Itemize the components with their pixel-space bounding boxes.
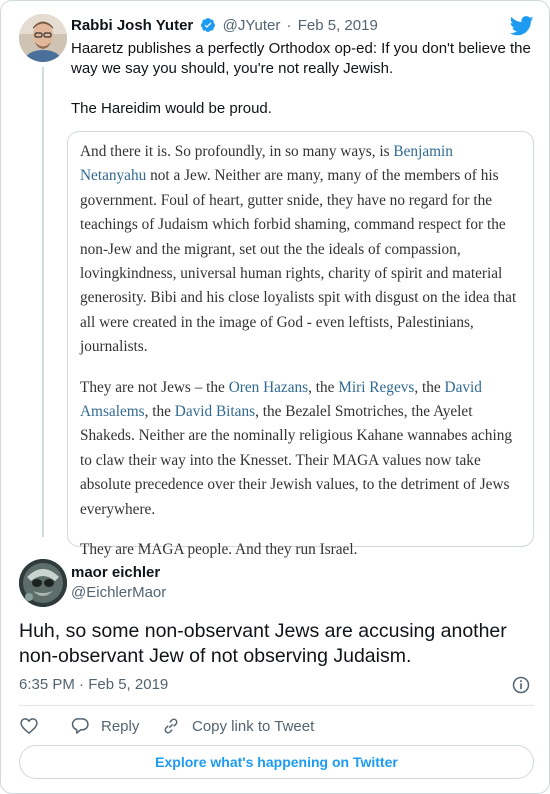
quoted-author-line[interactable]: Rabbi Josh Yuter @JYuter · Feb 5, 2019 bbox=[71, 17, 378, 34]
author-name[interactable]: maor eichler bbox=[71, 564, 160, 581]
info-icon[interactable] bbox=[511, 675, 531, 695]
excerpt-text: They are not Jews – the bbox=[80, 378, 229, 396]
excerpt-text: , the bbox=[308, 378, 339, 396]
excerpt-link-hazan: Oren Hazans bbox=[228, 378, 309, 396]
avatar-image bbox=[19, 559, 67, 607]
reply-icon bbox=[71, 718, 89, 734]
excerpt-link-regev: Miri Regevs bbox=[338, 378, 415, 396]
quoted-author-avatar[interactable] bbox=[19, 14, 67, 62]
author-handle[interactable]: @EichlerMaor bbox=[71, 584, 166, 601]
meta-separator: · bbox=[286, 17, 292, 34]
excerpt-paragraph-3: They are MAGA people. And they run Israe… bbox=[80, 541, 358, 559]
tweet-text: Huh, so some non-observant Jews are accu… bbox=[19, 620, 507, 667]
like-button[interactable] bbox=[19, 715, 39, 737]
excerpt-text: not a Jew. Neither are many, many of the… bbox=[80, 167, 517, 356]
copy-link-button[interactable]: Copy link to Tweet bbox=[161, 715, 314, 737]
avatar-image bbox=[19, 14, 67, 62]
explore-twitter-button[interactable]: Explore what's happening on Twitter bbox=[19, 745, 534, 779]
quoted-date[interactable]: Feb 5, 2019 bbox=[298, 17, 378, 34]
quoted-author-name[interactable]: Rabbi Josh Yuter bbox=[71, 17, 193, 34]
excerpt-paragraph-1: And there it is. So profoundly, in so ma… bbox=[80, 140, 521, 360]
copy-link-label: Copy link to Tweet bbox=[192, 717, 315, 735]
excerpt-text: And there it is. So profoundly, in so ma… bbox=[80, 143, 394, 160]
tweet-embed-card: Rabbi Josh Yuter @JYuter · Feb 5, 2019 H… bbox=[0, 0, 550, 794]
thread-connector-line bbox=[42, 67, 44, 537]
excerpt-text: , the bbox=[144, 403, 175, 421]
quoted-handle[interactable]: @JYuter bbox=[223, 17, 281, 34]
excerpt-text: , the bbox=[414, 378, 445, 396]
tweet-timestamp[interactable]: 6:35 PM · Feb 5, 2019 bbox=[19, 676, 168, 693]
heart-icon bbox=[20, 718, 38, 734]
link-icon bbox=[164, 718, 178, 734]
reply-label: Reply bbox=[101, 717, 140, 735]
excerpt-paragraph-2: They are not Jews – the Oren Hazans, the… bbox=[80, 376, 521, 522]
verified-badge-icon bbox=[201, 18, 216, 32]
actions-divider bbox=[19, 705, 534, 706]
excerpt-text: , the Bezalel Smotriches, the Ayelet Sha… bbox=[80, 403, 512, 518]
author-avatar[interactable] bbox=[19, 559, 67, 607]
article-excerpt-image[interactable]: And there it is. So profoundly, in so ma… bbox=[67, 131, 534, 558]
quoted-tweet-text: Haaretz publishes a perfectly Orthodox o… bbox=[71, 40, 531, 117]
twitter-bird-icon[interactable] bbox=[510, 16, 534, 36]
excerpt-link-bitan: David Bitans bbox=[174, 403, 256, 421]
reply-button[interactable]: Reply bbox=[70, 715, 139, 737]
